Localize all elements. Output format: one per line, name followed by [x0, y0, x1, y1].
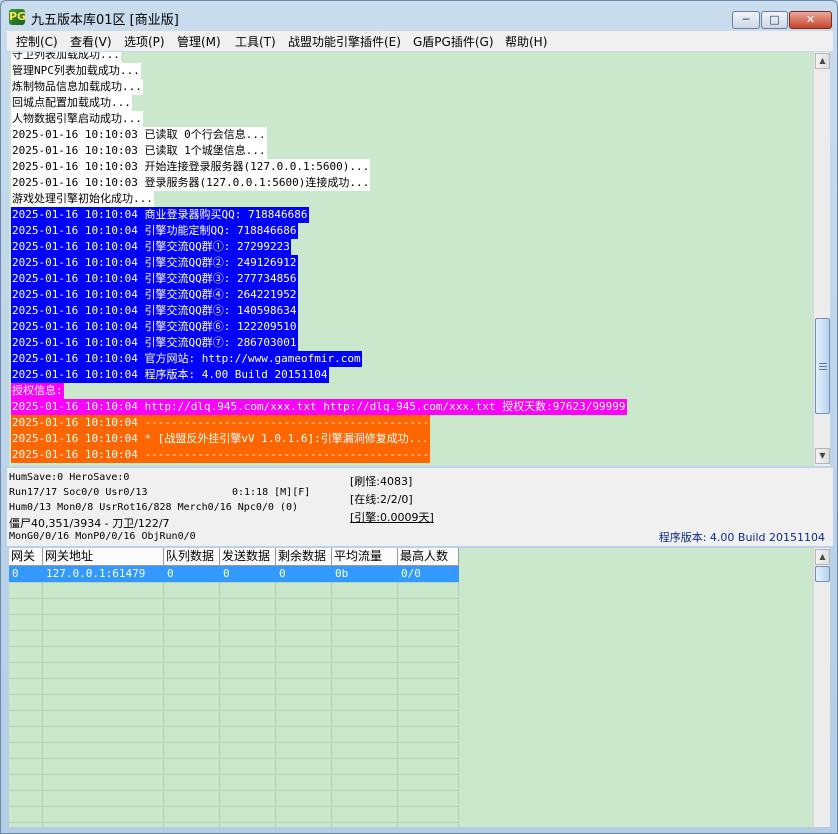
log-line: 管理NPC列表加载成功...	[11, 63, 141, 79]
refresh-monster-count: [刷怪:4083]	[350, 475, 413, 488]
menu-view[interactable]: 查看(V)	[70, 33, 112, 50]
cell-max-users: 0/0	[401, 567, 421, 580]
log-line: 2025-01-16 10:10:03 已读取 0个行会信息...	[11, 127, 267, 143]
log-line: 2025-01-16 10:10:04 程序版本: 4.00 Build 201…	[11, 367, 329, 383]
menu-options[interactable]: 选项(P)	[124, 33, 165, 50]
window-title: 九五版本库01区 [商业版]	[31, 13, 179, 28]
cell-remaining-data: 0	[279, 567, 286, 580]
log-line: 2025-01-16 10:10:04 引擎交流QQ群③: 277734856	[11, 271, 298, 287]
col-avg-traffic[interactable]: 平均流量	[332, 548, 398, 566]
log-line: 2025-01-16 10:10:04 引擎交流QQ群②: 249126912	[11, 255, 298, 271]
menu-manage[interactable]: 管理(M)	[177, 33, 221, 50]
menu-engine-plugin[interactable]: 战盟功能引擎插件(E)	[288, 33, 401, 50]
run-status: Run17/17 Soc0/0 Usr0/13	[9, 487, 148, 498]
cell-gate-address: 127.0.0.1:61479	[46, 567, 146, 580]
log-line: 2025-01-16 10:10:04 引擎交流QQ群⑦: 286703001	[11, 335, 298, 351]
monster-status: 僵尸40,351/3934 - 刀卫/122/7	[9, 517, 170, 530]
table-scroll-up-arrow-icon[interactable]: ▲	[815, 549, 830, 565]
scroll-up-arrow-icon[interactable]: ▲	[815, 53, 830, 69]
col-max-users[interactable]: 最高人数	[398, 548, 459, 566]
menu-gshield-plugin[interactable]: G盾PG插件(G)	[413, 33, 494, 50]
log-line: 2025-01-16 10:10:03 开始连接登录服务器(127.0.0.1:…	[11, 159, 371, 175]
status-panel: HumSave:0 HeroSave:0 Run17/17 Soc0/0 Usr…	[7, 468, 833, 546]
log-line: 2025-01-16 10:10:04 --------------------…	[11, 415, 431, 431]
log-line: 游戏处理引擎初始化成功...	[11, 191, 154, 207]
log-line: 2025-01-16 10:10:04 引擎交流QQ群⑤: 140598634	[11, 303, 298, 319]
table-scrollbar[interactable]: ▲	[813, 548, 830, 827]
online-count: [在线:2/2/0]	[350, 493, 413, 506]
log-line: 人物数据引擎启动成功...	[11, 111, 143, 127]
menu-bar: 控制(C) 查看(V) 选项(P) 管理(M) 工具(T) 战盟功能引擎插件(E…	[7, 31, 833, 51]
maximize-button[interactable]: □	[761, 11, 788, 29]
col-remaining-data[interactable]: 剩余数据	[276, 548, 332, 566]
scroll-thumb[interactable]	[815, 318, 830, 414]
close-button[interactable]: ✕	[789, 11, 832, 29]
program-version: 程序版本: 4.00 Build 20151104	[658, 531, 825, 544]
log-line: 授权信息:	[11, 383, 64, 399]
col-send-data[interactable]: 发送数据	[220, 548, 276, 566]
log-line: 回城点配置加载成功...	[11, 95, 132, 111]
save-status: HumSave:0 HeroSave:0	[9, 472, 130, 483]
cell-gate: 0	[12, 567, 19, 580]
log-line: 2025-01-16 10:10:04 引擎交流QQ群⑥: 122209510	[11, 319, 298, 335]
gate-table[interactable]: 网关 网关地址 队列数据 发送数据 剩余数据 平均流量 最高人数 0 127.0…	[9, 548, 813, 827]
log-line: 2025-01-16 10:10:04 商业登录器购买QQ: 718846686	[11, 207, 309, 223]
menu-help[interactable]: 帮助(H)	[505, 33, 547, 50]
menu-control[interactable]: 控制(C)	[16, 33, 58, 50]
log-line: 2025-01-16 10:10:04 官方网站: http://www.gam…	[11, 351, 362, 367]
log-line: 2025-01-16 10:10:04 引擎交流QQ群①: 27299223	[11, 239, 291, 255]
log-line: 2025-01-16 10:10:04 * [战盟反外挂引擎vV 1.0.1.6…	[11, 431, 430, 447]
log-line: 2025-01-16 10:10:04 --------------------…	[11, 447, 431, 463]
log-line: 2025-01-16 10:10:04 http://dlq.945.com/x…	[11, 399, 627, 415]
app-logo-icon: PG	[9, 9, 27, 25]
engine-days: [引擎:0.0009天]	[350, 511, 434, 524]
log-line: 2025-01-16 10:10:04 引擎功能定制QQ: 718846686	[11, 223, 298, 239]
human-status: Hum0/13 Mon0/8 UsrRot16/828 Merch0/16 Np…	[9, 502, 298, 513]
col-gate-address[interactable]: 网关地址	[43, 548, 164, 566]
cell-queue-data: 0	[167, 567, 174, 580]
col-queue-data[interactable]: 队列数据	[164, 548, 220, 566]
log-panel[interactable]: 守卫列表加载成功... 管理NPC列表加载成功... 炼制物品信息加载成功... 回城…	[9, 52, 813, 466]
log-line: 守卫列表加载成功...	[11, 52, 121, 63]
col-gate[interactable]: 网关	[9, 548, 43, 566]
minimize-button[interactable]: ─	[732, 11, 760, 29]
cell-avg-traffic: 0b	[335, 567, 349, 580]
cell-send-data: 0	[223, 567, 230, 580]
log-line: 炼制物品信息加载成功...	[11, 79, 143, 95]
title-bar[interactable]: PG 九五版本库01区 [商业版] ─ □ ✕	[1, 1, 837, 31]
main-window: PG 九五版本库01区 [商业版] ─ □ ✕ 控制(C) 查看(V) 选项(P…	[0, 0, 838, 834]
menu-tools[interactable]: 工具(T)	[235, 33, 276, 50]
run-time: 0:1:18 [M][F]	[232, 487, 311, 498]
log-scrollbar[interactable]: ▲ ▼	[813, 52, 830, 466]
table-scroll-thumb[interactable]	[815, 566, 830, 582]
log-line: 2025-01-16 10:10:03 已读取 1个城堡信息...	[11, 143, 267, 159]
log-line: 2025-01-16 10:10:04 引擎交流QQ群④: 264221952	[11, 287, 298, 303]
log-line: 2025-01-16 10:10:03 登录服务器(127.0.0.1:5600…	[11, 175, 371, 191]
scroll-down-arrow-icon[interactable]: ▼	[815, 448, 830, 464]
object-status: MonG0/0/16 MonP0/0/16 ObjRun0/0	[9, 531, 196, 542]
